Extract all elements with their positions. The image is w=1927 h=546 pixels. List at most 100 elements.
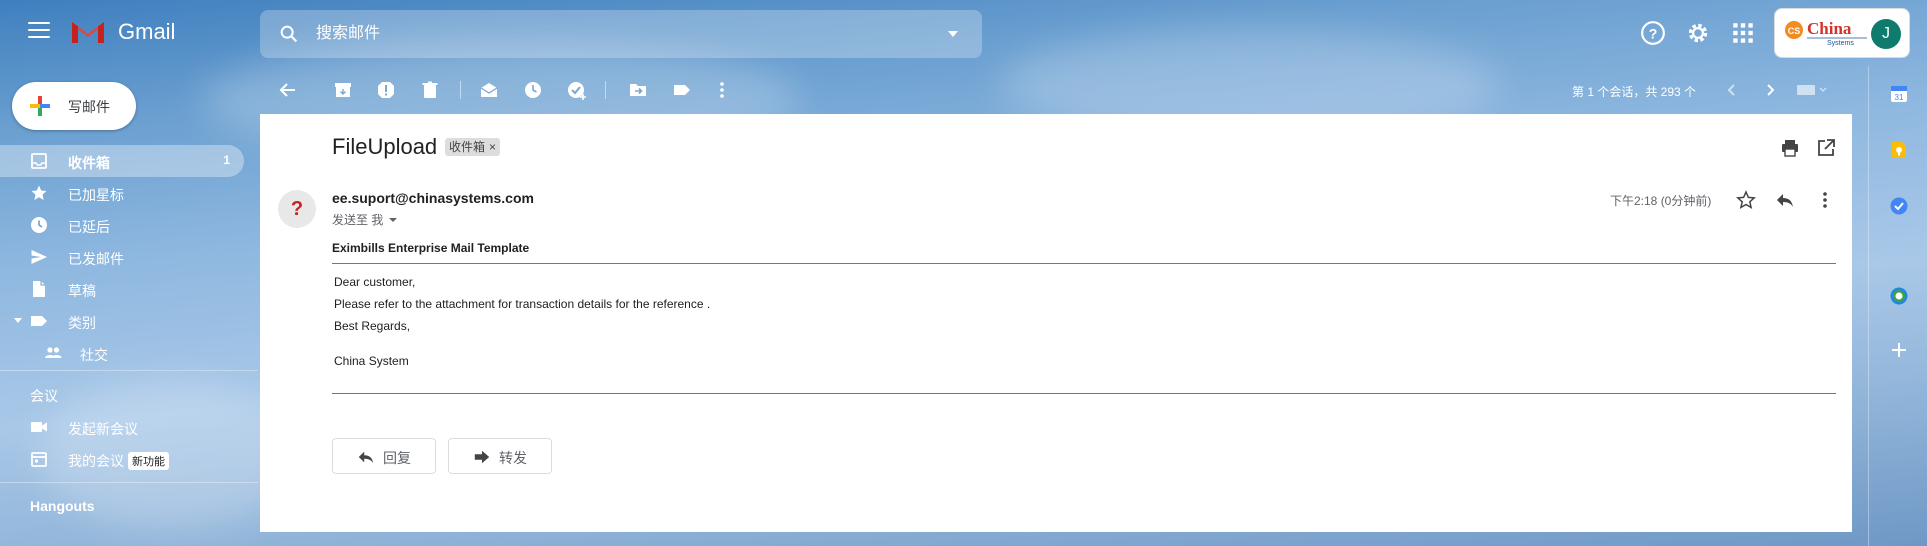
main-menu-icon[interactable]	[28, 22, 50, 40]
sender-avatar[interactable]: ?	[278, 190, 316, 228]
sidebar-item-label: 我的会议 新功能	[68, 451, 169, 471]
star-icon	[31, 185, 47, 200]
star-outline-icon[interactable]	[1736, 190, 1756, 210]
meeting-label-text: 我的会议	[68, 453, 124, 469]
svg-text:?: ?	[1649, 25, 1658, 41]
tasks-app-icon[interactable]	[1889, 196, 1909, 216]
recipient-text: 发送至 我	[332, 213, 384, 227]
sidebar-item-label: 草稿	[68, 283, 96, 299]
open-new-window-icon[interactable]	[1816, 138, 1836, 158]
svg-text:CS: CS	[1788, 26, 1801, 36]
show-details-chevron-down-icon[interactable]	[389, 218, 398, 222]
people-icon	[45, 347, 62, 358]
send-icon	[31, 250, 47, 264]
chevron-down-icon[interactable]	[14, 318, 22, 323]
snooze-clock-icon[interactable]	[523, 80, 543, 100]
search-bar[interactable]	[260, 10, 982, 58]
calendar-icon	[31, 452, 47, 467]
compose-button[interactable]: 写邮件	[12, 82, 136, 130]
remove-label-close-icon[interactable]: ×	[489, 140, 496, 154]
sidebar-item-my-meetings[interactable]: 我的会议 新功能	[0, 443, 244, 475]
report-spam-icon[interactable]	[376, 80, 396, 100]
sidebar-item-snoozed[interactable]: 已延后	[0, 209, 244, 241]
unread-count: 1	[223, 153, 230, 167]
compose-label: 写邮件	[68, 99, 110, 115]
gmail-logo[interactable]: Gmail	[70, 18, 175, 45]
forward-label: 转发	[499, 450, 527, 466]
search-options-chevron-down-icon[interactable]	[948, 31, 958, 37]
template-divider	[332, 393, 1836, 394]
avatar[interactable]: J	[1871, 19, 1901, 49]
app-name: Gmail	[118, 18, 176, 44]
add-to-tasks-icon[interactable]	[567, 80, 587, 100]
template-title: Eximbills Enterprise Mail Template	[332, 241, 530, 255]
add-addon-plus-icon[interactable]	[1889, 340, 1909, 360]
account-area[interactable]: CS China Systems J	[1774, 8, 1910, 58]
sidebar-item-label: 已延后	[68, 219, 110, 235]
previous-chevron-icon[interactable]	[1722, 80, 1742, 100]
settings-gear-icon[interactable]	[1685, 20, 1711, 46]
reply-arrow-icon[interactable]	[1775, 190, 1795, 210]
calendar-app-icon[interactable]: 31	[1889, 84, 1909, 104]
gmail-m-icon	[72, 22, 104, 43]
sidebar-item-starred[interactable]: 已加星标	[0, 177, 244, 209]
search-input[interactable]	[316, 20, 916, 48]
sidebar-item-label: 类别	[68, 315, 96, 331]
mark-unread-icon[interactable]	[479, 80, 499, 100]
sidebar-item-label: 社交	[80, 347, 108, 363]
hangouts-section-title: Hangouts	[30, 498, 95, 514]
archive-icon[interactable]	[333, 80, 353, 100]
apps-grid-icon[interactable]	[1730, 20, 1756, 46]
sidebar-divider	[0, 482, 258, 483]
pagination-text: 第 1 个会话，共 293 个	[1572, 85, 1697, 99]
sidebar-item-label: 收件箱	[68, 155, 110, 171]
delete-icon[interactable]	[420, 80, 440, 100]
recipient-details[interactable]: 发送至 我	[332, 211, 398, 228]
side-panel: 31	[1868, 66, 1927, 546]
sender-email[interactable]: ee.suport@chinasystems.com	[332, 190, 534, 206]
body-closing: Best Regards,	[334, 319, 411, 333]
back-arrow-icon[interactable]	[278, 80, 298, 100]
more-vertical-icon[interactable]	[1815, 190, 1835, 210]
sidebar-item-social[interactable]: 社交	[0, 337, 244, 369]
body-text: Please refer to the attachment for trans…	[334, 297, 711, 311]
next-chevron-icon[interactable]	[1760, 80, 1780, 100]
svg-text:China: China	[1807, 19, 1852, 38]
meet-section-title: 会议	[30, 388, 58, 404]
move-to-folder-icon[interactable]	[628, 80, 648, 100]
reply-button[interactable]: 回复	[332, 438, 436, 474]
inbox-icon	[31, 153, 47, 169]
reply-icon	[358, 451, 374, 464]
input-tools-keyboard-icon[interactable]	[1796, 80, 1830, 100]
label-tag-icon[interactable]	[672, 80, 692, 100]
inbox-label-chip[interactable]: 收件箱 ×	[445, 138, 501, 156]
more-vertical-icon[interactable]	[712, 80, 732, 100]
toolbar-divider	[460, 81, 461, 99]
svg-text:Systems: Systems	[1827, 40, 1854, 47]
top-header: Gmail ? CS China Systems J	[0, 0, 1927, 66]
sidebar-item-inbox[interactable]: 收件箱 1	[0, 145, 244, 177]
forward-button[interactable]: 转发	[448, 438, 552, 474]
sidebar-item-label: 已加星标	[68, 187, 124, 203]
body-signature: China System	[334, 354, 409, 368]
draft-icon	[33, 281, 45, 297]
addon-app-icon[interactable]	[1889, 286, 1909, 306]
toolbar-divider	[605, 81, 606, 99]
print-icon[interactable]	[1780, 138, 1800, 158]
new-feature-badge: 新功能	[128, 452, 169, 470]
template-divider	[332, 263, 1836, 264]
email-subject: FileUpload	[332, 134, 438, 159]
sidebar-item-new-meeting[interactable]: 发起新会议	[0, 411, 244, 443]
label-icon	[31, 316, 47, 326]
sidebar-divider	[0, 370, 258, 371]
sidebar-item-drafts[interactable]: 草稿	[0, 273, 244, 305]
reply-label: 回复	[383, 450, 411, 466]
search-icon[interactable]	[278, 23, 300, 45]
sidebar-item-sent[interactable]: 已发邮件	[0, 241, 244, 273]
forward-icon	[474, 450, 490, 464]
help-icon[interactable]: ?	[1640, 20, 1666, 46]
svg-text:31: 31	[1895, 93, 1904, 102]
keep-app-icon[interactable]	[1889, 140, 1909, 160]
label-chip-text: 收件箱	[449, 140, 486, 154]
sidebar-item-categories[interactable]: 类别	[0, 305, 244, 337]
